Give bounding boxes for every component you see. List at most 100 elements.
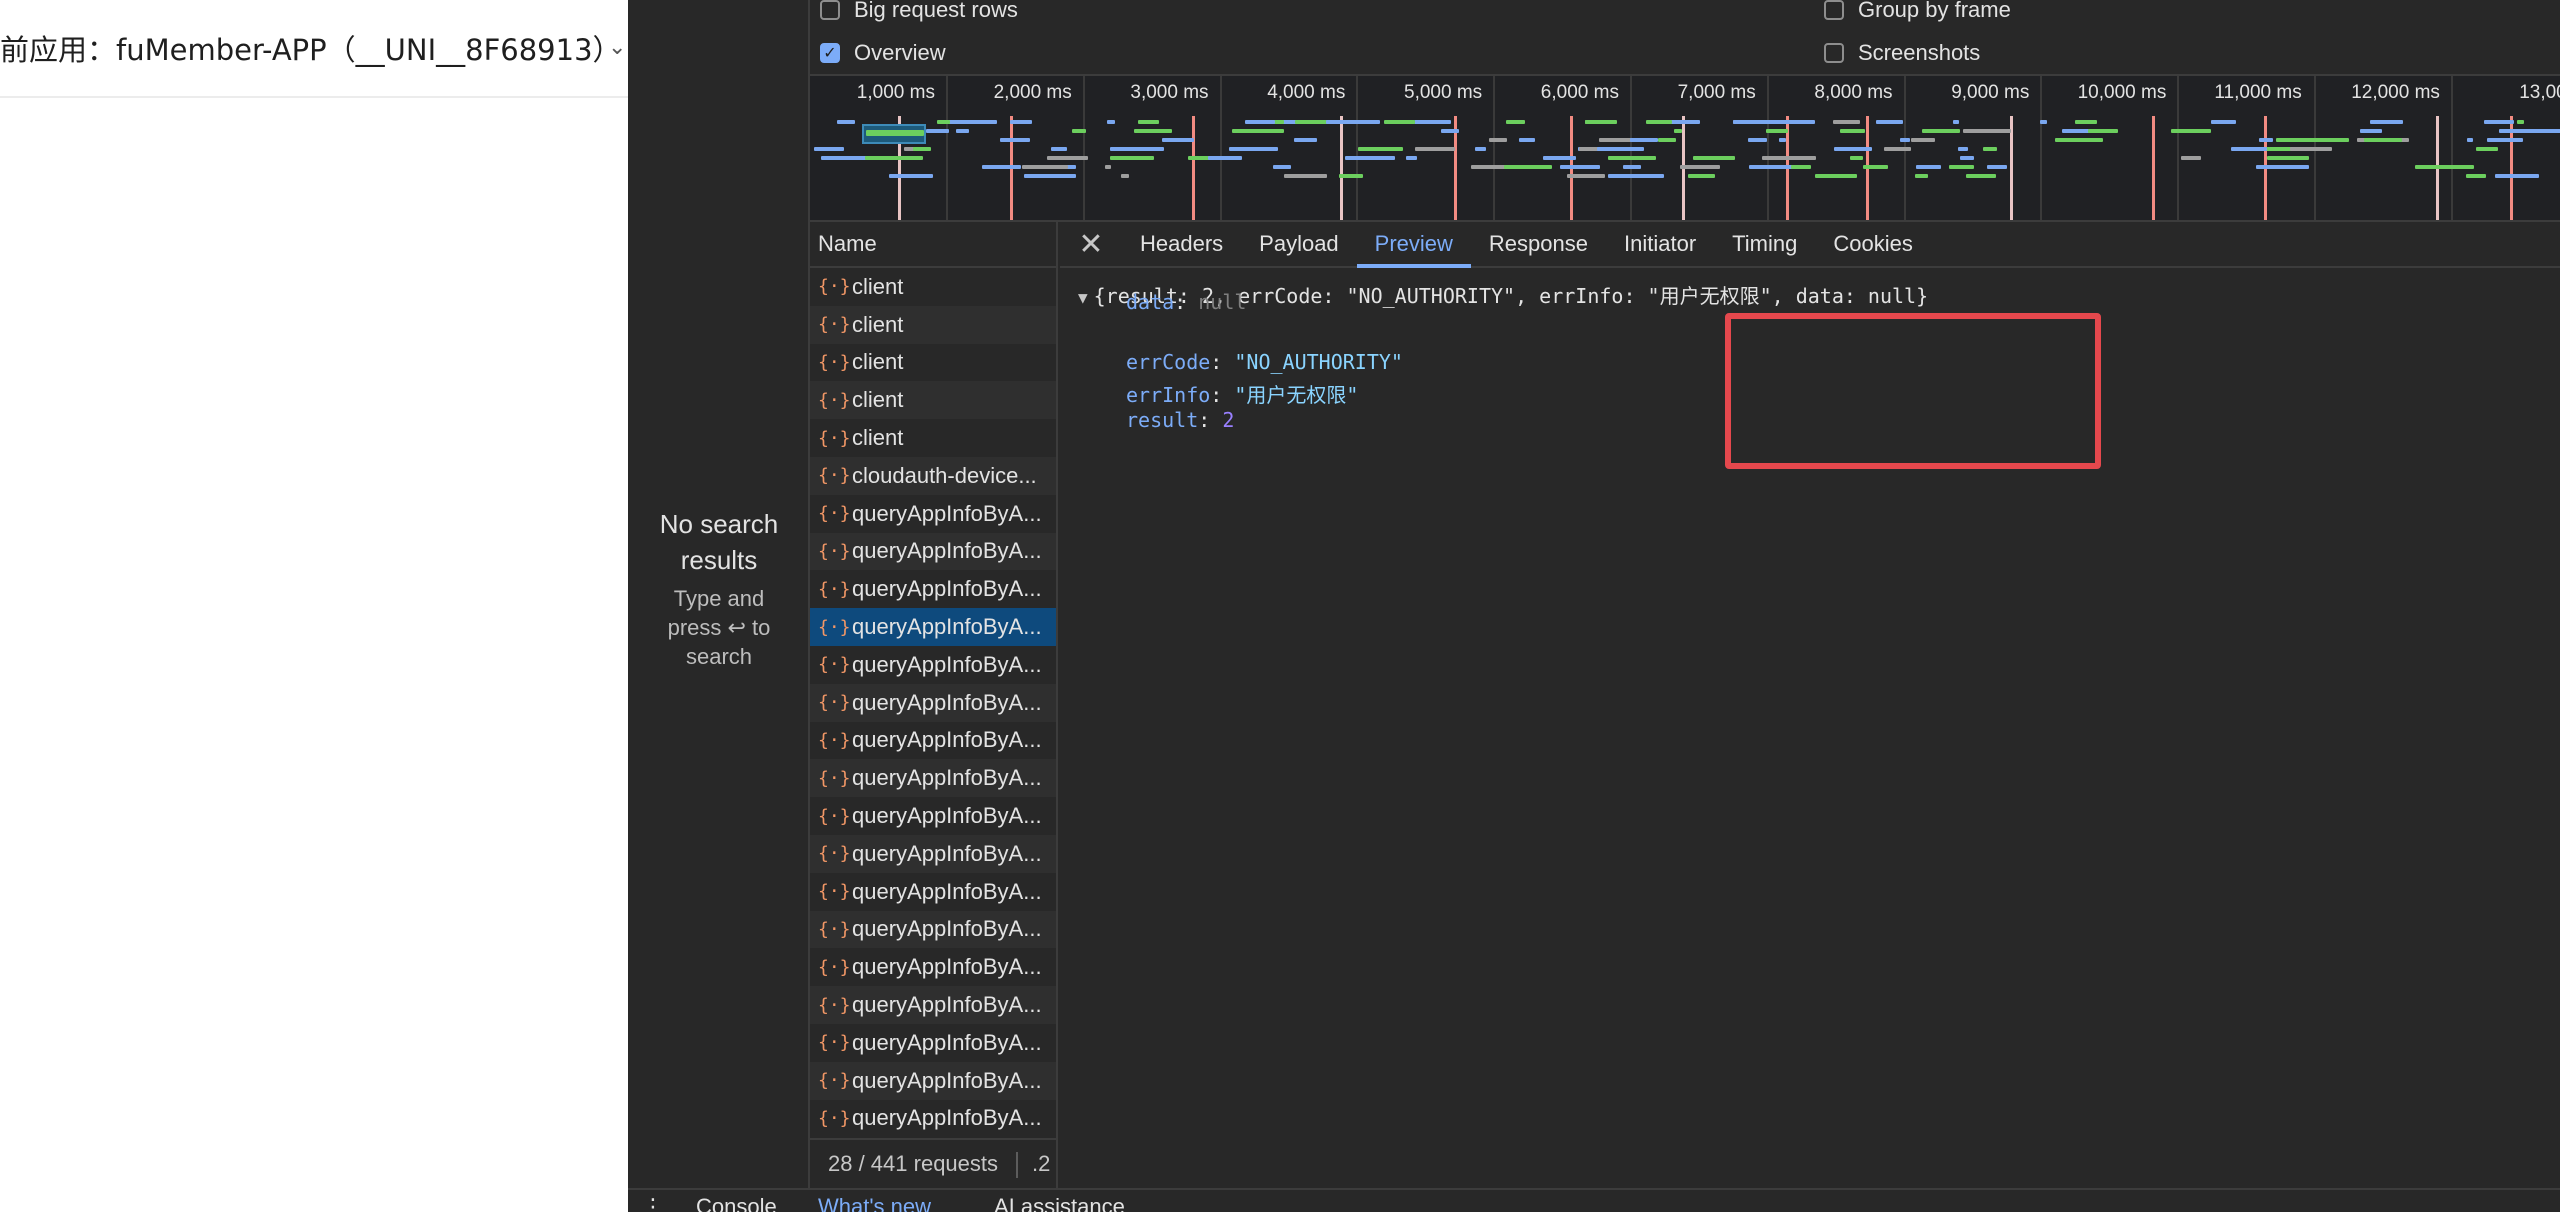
timeline-request-bar [2517,120,2524,124]
devtools-panel: No search results Type and press ↩ to se… [628,0,2560,1212]
json-value: "NO_AUTHORITY" [1234,350,1403,374]
timeline-request-bar [1679,165,1720,169]
request-row[interactable]: {·} queryAppInfoByA... [810,645,1056,684]
timeline-request-bar [1673,129,1683,133]
request-row[interactable]: {·} queryAppInfoByA... [810,948,1056,987]
name-column-header[interactable]: Name [810,222,1058,268]
request-row[interactable]: {·} queryAppInfoByA... [810,1099,1056,1138]
timeline-request-bar [1619,147,1633,151]
close-icon[interactable]: ✕ [1060,222,1122,266]
json-file-icon: {·} [818,503,851,525]
request-row[interactable]: {·} queryAppInfoByA... [810,834,1056,873]
timeline-request-bar [2487,138,2523,142]
timeline-request-bar [1692,156,1736,160]
timeline-request-bar [2075,120,2097,124]
request-row[interactable]: {·} queryAppInfoByA... [810,910,1056,949]
timeline-request-bar [1778,138,1787,142]
chevron-down-icon[interactable]: ⌄ [608,34,626,60]
request-name: client [852,311,904,337]
timeline-request-bar [2483,120,2515,124]
request-row[interactable]: {·} queryAppInfoByA... [810,1023,1056,1062]
expand-triangle-icon[interactable]: ▼ [1078,288,1088,307]
request-row[interactable]: {·} client [810,419,1056,457]
tab-payload[interactable]: Payload [1241,222,1357,266]
request-row[interactable]: {·} queryAppInfoByA... [810,872,1056,911]
timeline-tick-label: 6,000 ms [1540,82,1619,103]
tab-response[interactable]: Response [1471,222,1606,266]
json-property-result[interactable]: result: 2 [1126,408,1234,432]
timeline-request-bar [2276,138,2328,142]
request-name: client [852,387,904,413]
request-row[interactable]: {·} queryAppInfoByA... [810,494,1056,533]
timeline-request-bar [1765,129,1788,133]
request-row[interactable]: {·} client [810,343,1056,382]
request-row[interactable]: {·} queryAppInfoByA... [810,683,1056,722]
group-by-frame-checkbox[interactable] [1824,0,1844,20]
timeline-gridline [1082,76,1085,220]
json-file-icon: {·} [818,540,851,562]
timeline-request-bar [1952,120,1960,124]
overview-setting[interactable]: ✓ Overview [820,33,946,73]
json-property-errCode[interactable]: errCode: "NO_AUTHORITY" [1126,350,1403,374]
timeline-request-bar [889,174,933,178]
timeline-request-bar [2039,120,2047,124]
request-row[interactable]: {·} queryAppInfoByA... [810,797,1056,835]
json-property-errInfo[interactable]: errInfo: "用户无权限" [1126,379,1358,408]
group-by-frame-setting[interactable]: Group by frame [1824,0,2011,30]
request-row[interactable]: {·} queryAppInfoByA... [810,759,1056,798]
highlight-annotation-box [1725,313,2101,469]
screenshots-checkbox[interactable] [1824,43,1844,63]
request-name: client [852,349,904,375]
drawer-tab-whats-new[interactable]: What's new [818,1194,931,1212]
big-request-rows-setting[interactable]: Big request rows [820,0,1018,30]
timeline-tick-label: 2,000 ms [993,82,1072,103]
request-row[interactable]: {·} queryAppInfoByA... [810,1061,1056,1100]
json-file-icon: {·} [818,692,851,714]
request-row[interactable]: {·} queryAppInfoByA... [810,721,1056,760]
timeline-request-bar [1833,120,1861,124]
request-row[interactable]: {·} cloudauth-device... [810,456,1056,495]
request-list[interactable]: {·} client {·} client {·} client {·} client {·} c… [810,268,1058,1138]
timeline-request-bar [1560,165,1600,169]
timeline-request-bar [1687,174,1716,178]
timeline-request-bar [1162,138,1194,142]
timeline-tick-label: 9,000 ms [1951,82,2030,103]
request-name: queryAppInfoByA... [852,1067,1042,1093]
screenshots-setting[interactable]: Screenshots [1824,33,1980,73]
timeline-request-bar [814,147,844,151]
json-property-data[interactable]: data: null [1126,290,1246,314]
request-row[interactable]: {·} client [810,381,1056,420]
json-file-icon: {·} [818,994,851,1016]
tab-cookies[interactable]: Cookies [1815,222,1930,266]
tab-timing[interactable]: Timing [1714,222,1815,266]
timeline-tick-label: 4,000 ms [1267,82,1346,103]
drawer-menu-icon[interactable]: ⋮ [642,1194,664,1212]
timeline-request-bar [1850,156,1864,160]
request-name: queryAppInfoByA... [852,614,1042,640]
timeline-request-bar [1839,129,1866,133]
timeline-request-bar [1110,147,1164,151]
request-row[interactable]: {·} queryAppInfoByA... [810,570,1056,609]
timeline-request-bar [1440,129,1459,133]
overview-checkbox[interactable]: ✓ [820,43,840,63]
tab-headers[interactable]: Headers [1122,222,1241,266]
network-status-bar: 28 / 441 requests .2 [810,1138,1058,1188]
drawer-tab-ai-assistance[interactable]: AI assistance [994,1194,1125,1212]
request-row[interactable]: {·} client [810,305,1056,344]
json-file-icon: {·} [818,767,851,789]
json-colon: : [1210,383,1235,407]
timeline-request-bar [1120,174,1129,178]
request-row[interactable]: {·} client [810,268,1056,306]
timeline-request-bar [866,130,924,136]
request-row[interactable]: {·} queryAppInfoByA... [810,608,1056,646]
request-row[interactable]: {·} queryAppInfoByA... [810,532,1056,571]
request-name: queryAppInfoByA... [852,576,1042,602]
network-overview-timeline[interactable]: 1,000 ms 2,000 ms 3,000 ms 4,000 ms 5,000 ms… [810,74,2560,222]
drawer-tab-console[interactable]: Console [696,1194,777,1212]
timeline-request-bar [1960,156,1974,160]
tab-preview[interactable]: Preview [1356,222,1472,268]
tab-initiator[interactable]: Initiator [1606,222,1714,266]
timeline-request-bar [2415,165,2451,169]
request-row[interactable]: {·} queryAppInfoByA... [810,986,1056,1024]
big-request-rows-checkbox[interactable] [820,0,840,20]
